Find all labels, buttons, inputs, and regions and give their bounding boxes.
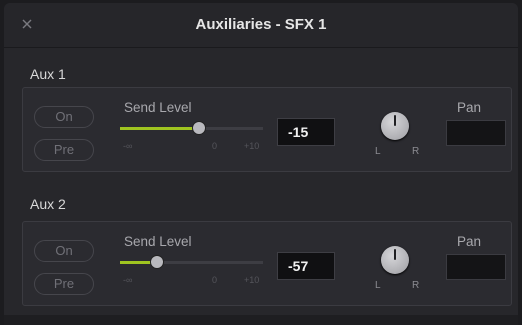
aux-2-send-level-track[interactable] [120,261,263,264]
aux-1-pan-field[interactable] [446,120,506,146]
aux-2-pan-label: Pan [457,234,482,249]
auxiliaries-window: Auxiliaries - SFX 1 Aux 1 On Pre Send Le… [4,3,518,325]
aux-2-tick-min: -∞ [123,275,133,285]
pan-knob-icon [381,112,409,140]
aux-1-send-level-thumb[interactable] [192,122,205,134]
aux-2-tick-max: +10 [244,275,260,285]
aux-1-send-level-value[interactable]: -15 [277,118,335,146]
aux-2-pre-button[interactable]: Pre [34,273,94,295]
aux-2-send-level-value[interactable]: -57 [277,252,335,280]
aux-2-pan-right-label: R [412,280,420,291]
window-title: Auxiliaries - SFX 1 [195,16,327,33]
aux-2-send-level-label: Send Level [124,234,192,249]
knob-indicator [394,249,396,260]
aux-1-pan-left-label: L [375,146,381,157]
aux-1-send-level-track[interactable] [120,127,263,130]
aux-2-send-level-thumb[interactable] [151,256,164,268]
title-bar: Auxiliaries - SFX 1 [4,3,518,47]
aux-2-panel: On Pre Send Level -∞ 0 +10 -57 L R Pan [22,221,512,306]
aux-1-pre-button[interactable]: Pre [34,139,94,161]
pan-knob-icon [381,246,409,274]
aux-1-send-level-label: Send Level [124,100,192,115]
aux-2-pan-left-label: L [375,280,381,291]
aux-2-pan-field[interactable] [446,254,506,280]
aux-1-tick-max: +10 [244,141,260,151]
bottom-edge [4,315,518,325]
title-divider [4,47,518,48]
aux-1-pan-right-label: R [412,146,420,157]
aux-2-tick-zero: 0 [212,275,218,285]
aux-1-pan-label: Pan [457,100,482,115]
aux-1-tick-zero: 0 [212,141,218,151]
aux-2-on-button[interactable]: On [34,240,94,262]
aux-2-title: Aux 2 [30,196,66,212]
aux-1-tick-min: -∞ [123,141,133,151]
aux-1-pan-knob[interactable]: L R [375,108,425,160]
aux-2-pan-knob[interactable]: L R [375,242,425,294]
aux-1-panel: On Pre Send Level -∞ 0 +10 -15 L R Pan [22,87,512,172]
aux-1-title: Aux 1 [30,66,66,82]
knob-indicator [394,115,396,126]
aux-1-on-button[interactable]: On [34,106,94,128]
aux-1-send-level-fill [120,127,199,130]
